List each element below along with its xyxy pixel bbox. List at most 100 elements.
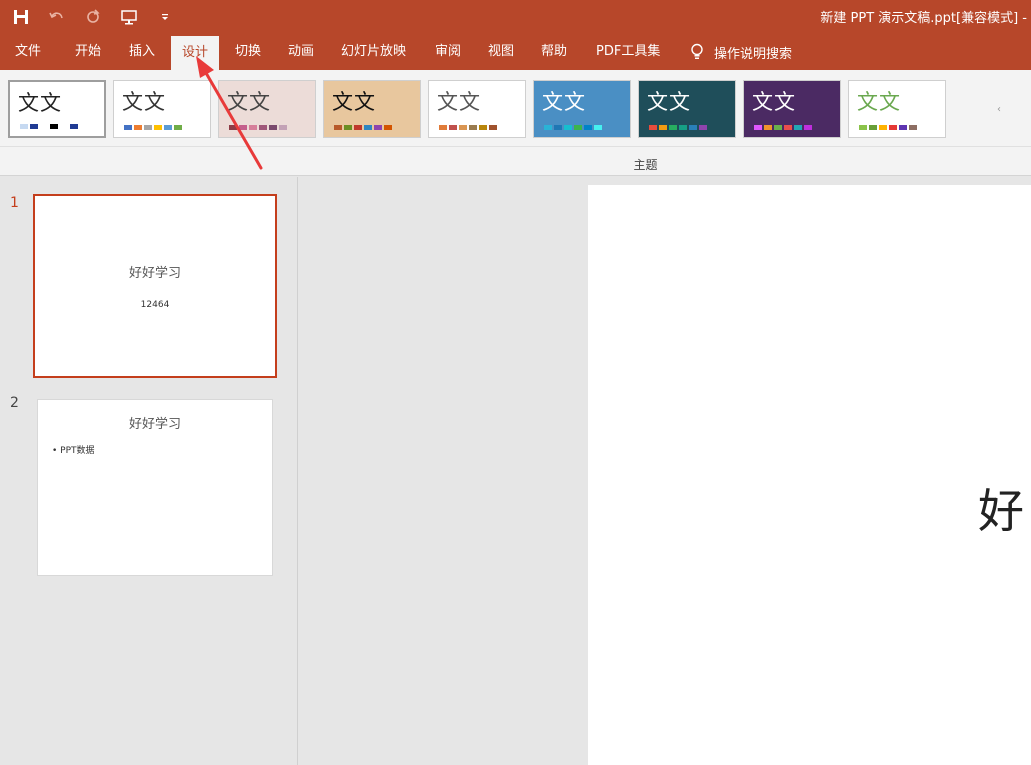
theme-option-9[interactable]: 文文 bbox=[848, 80, 946, 138]
theme-swatch bbox=[439, 125, 447, 130]
slide-thumbnail-2[interactable]: 好好学习 • PPT数据 bbox=[37, 399, 273, 576]
theme-swatch bbox=[384, 125, 392, 130]
slide-number-2: 2 bbox=[10, 395, 19, 411]
tab-pdf-tools[interactable]: PDF工具集 bbox=[596, 34, 660, 70]
gallery-more-icon[interactable]: ‹ bbox=[997, 104, 1001, 115]
theme-swatch bbox=[40, 124, 48, 129]
theme-option-6[interactable]: 文文 bbox=[533, 80, 631, 138]
slide-thumbnail-1[interactable]: 好好学习 12464 bbox=[33, 194, 277, 378]
slide-1-title: 好好学习 bbox=[128, 266, 181, 281]
theme-swatch bbox=[544, 125, 552, 130]
undo-icon bbox=[49, 12, 63, 19]
tell-me-search[interactable]: 操作说明搜索 bbox=[690, 34, 792, 70]
start-from-beginning-icon bbox=[121, 10, 137, 25]
theme-swatch bbox=[689, 125, 697, 130]
tab-slideshow[interactable]: 幻灯片放映 bbox=[341, 34, 406, 70]
theme-swatch bbox=[354, 125, 362, 130]
theme-swatch bbox=[679, 125, 687, 130]
theme-color-swatches bbox=[334, 125, 392, 130]
undo-button[interactable] bbox=[46, 6, 68, 28]
theme-swatch bbox=[364, 125, 372, 130]
theme-color-swatches bbox=[124, 125, 182, 130]
theme-swatch bbox=[449, 125, 457, 130]
theme-option-8[interactable]: 文文 bbox=[743, 80, 841, 138]
lightbulb-icon bbox=[691, 43, 703, 59]
theme-swatch bbox=[20, 124, 28, 129]
redo-button[interactable] bbox=[82, 6, 104, 28]
group-separator bbox=[0, 146, 1031, 147]
theme-option-4[interactable]: 文文 bbox=[323, 80, 421, 138]
theme-preview-text: 文文 bbox=[647, 90, 691, 114]
theme-swatch bbox=[554, 125, 562, 130]
theme-swatch bbox=[334, 125, 342, 130]
theme-swatch bbox=[669, 125, 677, 130]
theme-swatch bbox=[134, 125, 142, 130]
theme-color-swatches bbox=[439, 125, 497, 130]
theme-swatch bbox=[584, 125, 592, 130]
slide-1-subtitle: 12464 bbox=[140, 300, 170, 310]
theme-preview-text: 文文 bbox=[752, 90, 796, 114]
slide-title-placeholder[interactable]: 好 bbox=[978, 475, 1024, 541]
current-slide-canvas[interactable]: 好 bbox=[588, 185, 1031, 765]
theme-swatch bbox=[154, 125, 162, 130]
theme-swatch bbox=[649, 125, 657, 130]
theme-swatch bbox=[859, 125, 867, 130]
theme-swatch bbox=[50, 124, 58, 129]
tab-home[interactable]: 开始 bbox=[75, 34, 101, 70]
theme-preview-text: 文文 bbox=[332, 90, 376, 114]
tab-view[interactable]: 视图 bbox=[488, 34, 514, 70]
theme-swatch bbox=[764, 125, 772, 130]
tab-file[interactable]: 文件 bbox=[15, 34, 41, 70]
theme-swatch bbox=[279, 125, 287, 130]
theme-swatch bbox=[374, 125, 382, 130]
theme-swatch bbox=[909, 125, 917, 130]
theme-swatch bbox=[659, 125, 667, 130]
theme-preview-text: 文文 bbox=[857, 90, 901, 114]
annotation-arrow-icon bbox=[196, 56, 263, 170]
slide-thumbnail-pane: 1 好好学习 12464 2 好好学习 • PPT数据 bbox=[0, 177, 298, 765]
save-icon bbox=[14, 10, 28, 24]
theme-swatch bbox=[60, 124, 68, 129]
theme-swatch bbox=[889, 125, 897, 130]
theme-swatch bbox=[784, 125, 792, 130]
theme-option-7[interactable]: 文文 bbox=[638, 80, 736, 138]
redo-icon bbox=[87, 9, 100, 23]
theme-swatch bbox=[699, 125, 707, 130]
tab-insert[interactable]: 插入 bbox=[129, 34, 155, 70]
quick-access-toolbar bbox=[10, 4, 176, 30]
theme-swatch bbox=[269, 125, 277, 130]
theme-swatch bbox=[30, 124, 38, 129]
tab-help[interactable]: 帮助 bbox=[541, 34, 567, 70]
theme-swatch bbox=[144, 125, 152, 130]
slide-2-bullet: • PPT数据 bbox=[52, 446, 95, 456]
theme-swatch bbox=[344, 125, 352, 130]
theme-preview-text: 文文 bbox=[542, 90, 586, 114]
theme-swatch bbox=[459, 125, 467, 130]
theme-swatch bbox=[594, 125, 602, 130]
theme-swatch bbox=[774, 125, 782, 130]
save-button[interactable] bbox=[10, 6, 32, 28]
ribbon-design-panel: 文文 文文 文文 文文 文文 文文 文文 文文 文文 ‹ 主题 bbox=[0, 70, 1031, 176]
theme-swatch bbox=[869, 125, 877, 130]
theme-swatch bbox=[469, 125, 477, 130]
customize-qat-button[interactable] bbox=[154, 6, 176, 28]
tab-animations[interactable]: 动画 bbox=[288, 34, 314, 70]
ribbon-tabs: 文件 开始 插入 设计 切换 动画 幻灯片放映 审阅 视图 帮助 PDF工具集 … bbox=[0, 34, 1031, 70]
tab-review[interactable]: 审阅 bbox=[435, 34, 461, 70]
theme-swatch bbox=[70, 124, 78, 129]
theme-swatch bbox=[564, 125, 572, 130]
theme-option-1[interactable]: 文文 bbox=[8, 80, 106, 138]
theme-color-swatches bbox=[859, 125, 917, 130]
theme-color-swatches bbox=[20, 124, 78, 129]
window-title: 新建 PPT 演示文稿.ppt[兼容模式] - bbox=[820, 11, 1027, 26]
customize-qat-icon bbox=[162, 14, 168, 20]
theme-swatch bbox=[794, 125, 802, 130]
theme-swatch bbox=[754, 125, 762, 130]
tell-me-label: 操作说明搜索 bbox=[714, 46, 793, 62]
start-from-beginning-button[interactable] bbox=[118, 6, 140, 28]
theme-preview-text: 文文 bbox=[18, 91, 62, 115]
theme-option-5[interactable]: 文文 bbox=[428, 80, 526, 138]
theme-swatch bbox=[574, 125, 582, 130]
slide-editing-area: 好 bbox=[299, 177, 1031, 765]
theme-swatch bbox=[479, 125, 487, 130]
